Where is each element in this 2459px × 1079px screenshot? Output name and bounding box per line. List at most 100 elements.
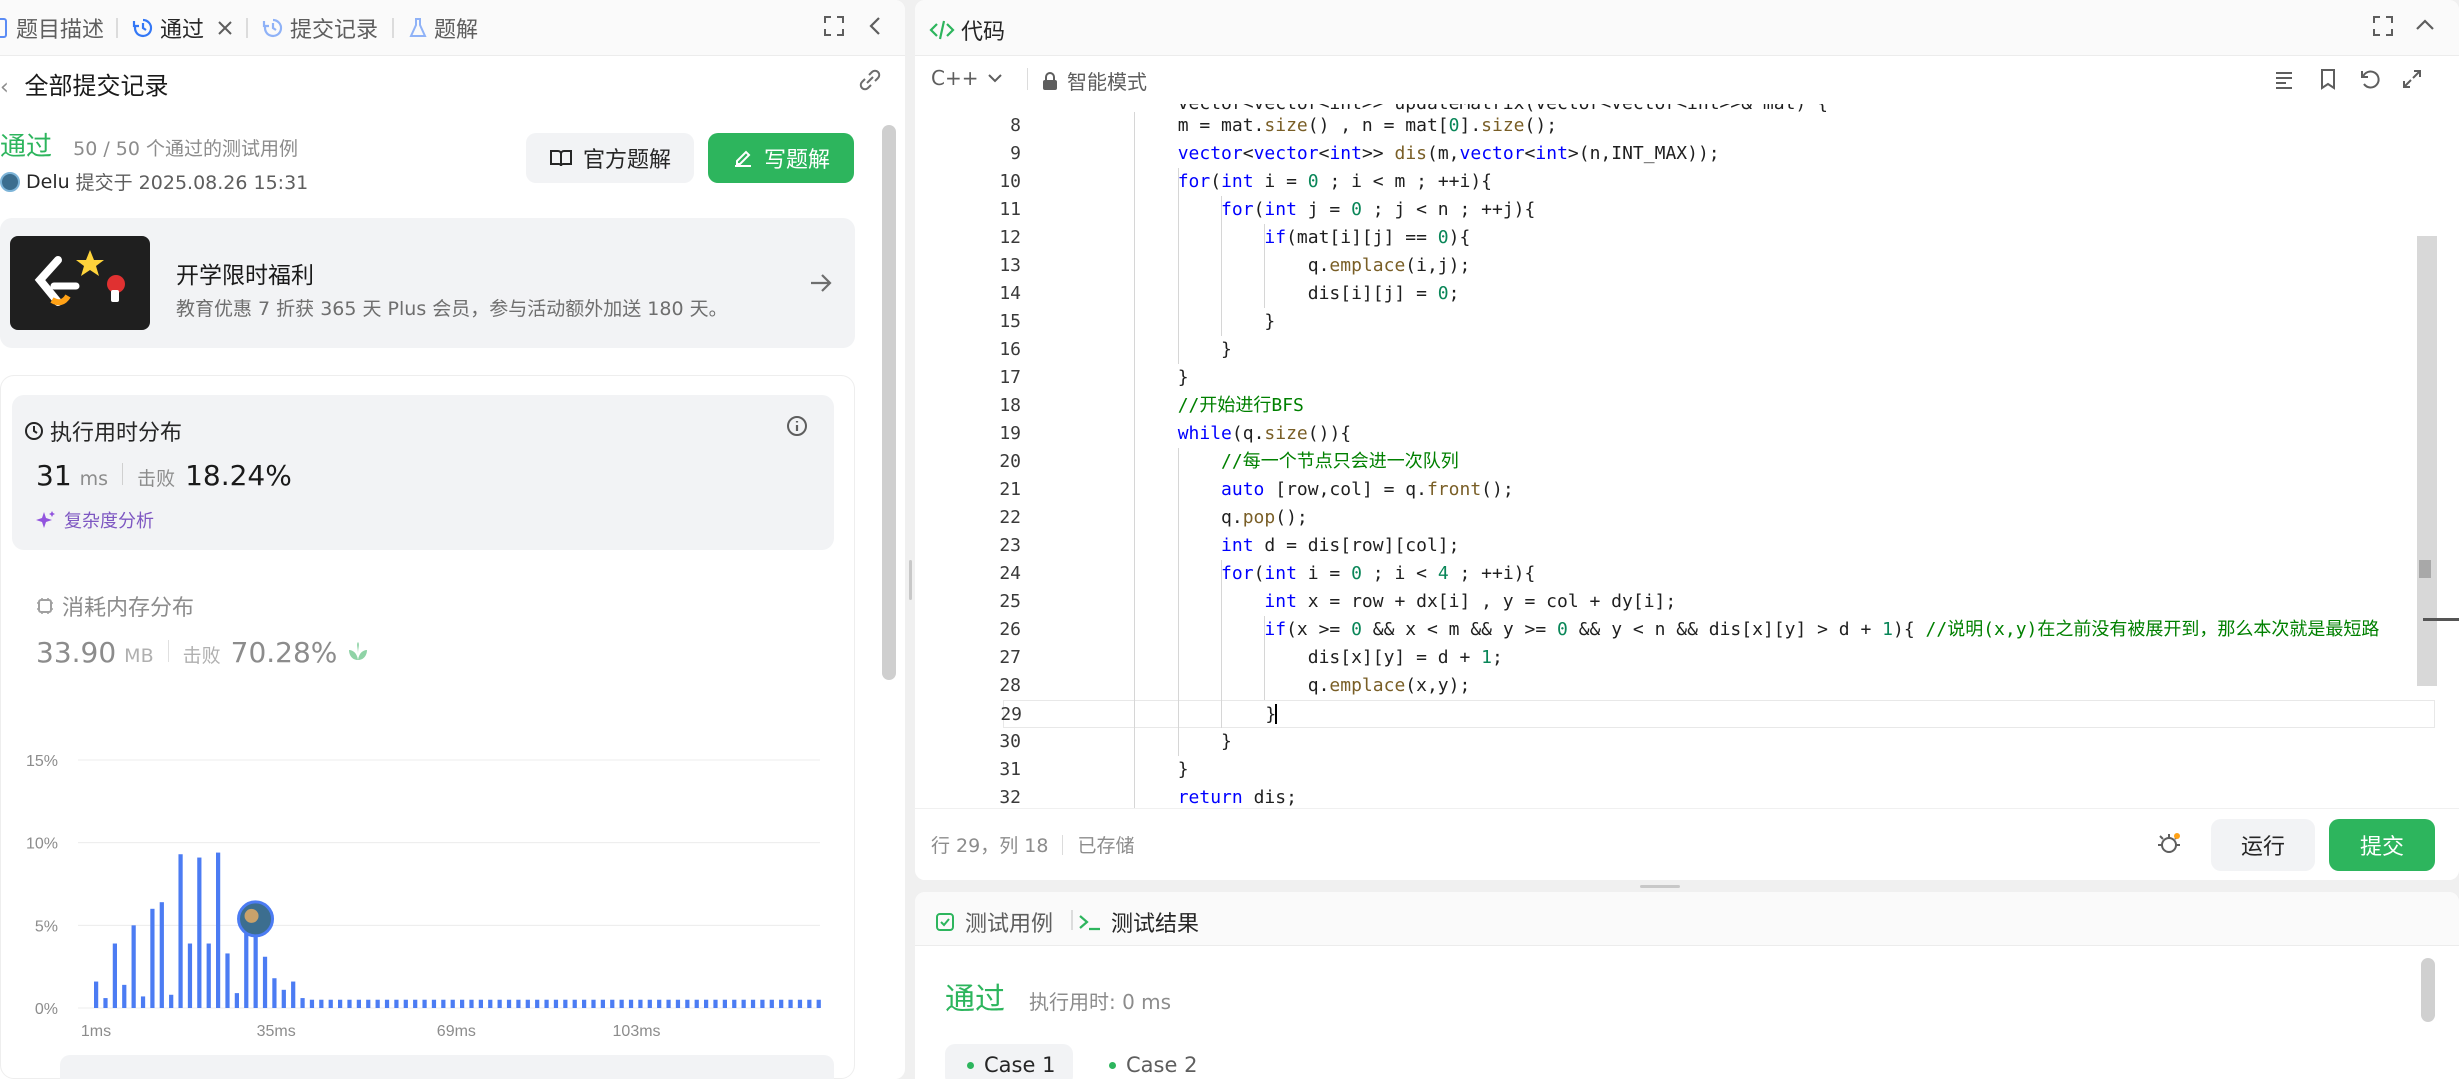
chart-bar[interactable]: [291, 981, 296, 1008]
write-solution-button[interactable]: 写题解: [708, 133, 854, 183]
chart-bar[interactable]: [169, 994, 174, 1008]
chart-bar[interactable]: [750, 999, 756, 1008]
smart-mode-toggle[interactable]: 智能模式: [1027, 66, 1147, 95]
bookmark-icon[interactable]: [2317, 68, 2339, 90]
chart-bar[interactable]: [506, 999, 512, 1008]
chart-bar[interactable]: [253, 936, 258, 1008]
code-line[interactable]: 16 }: [915, 336, 2435, 364]
chart-bar[interactable]: [816, 999, 821, 1008]
chart-bar[interactable]: [497, 999, 502, 1008]
debug-icon[interactable]: [2157, 831, 2183, 857]
chart-bar[interactable]: [666, 999, 671, 1008]
chart-bar[interactable]: [309, 999, 315, 1008]
chart-bar[interactable]: [140, 996, 146, 1008]
chart-bar[interactable]: [619, 999, 624, 1008]
chart-bar[interactable]: [525, 999, 530, 1008]
code-line[interactable]: 30 }: [915, 728, 2435, 756]
code-line[interactable]: 28 q.emplace(x,y);: [915, 672, 2435, 700]
chart-bar[interactable]: [769, 999, 774, 1008]
chart-bar[interactable]: [450, 999, 455, 1008]
complexity-analysis-link[interactable]: 复杂度分析: [36, 507, 154, 533]
chart-bar[interactable]: [469, 999, 474, 1008]
chart-bar[interactable]: [347, 999, 352, 1008]
chart-bar[interactable]: [478, 999, 483, 1008]
runtime-distribution-box[interactable]: 执行用时分布 31 ms 击败 18.24% 复杂度分析: [12, 395, 834, 550]
arrow-right-icon[interactable]: [808, 270, 834, 296]
expand-icon[interactable]: [2401, 68, 2423, 90]
promo-banner[interactable]: 开学限时福利 教育优惠 7 折获 365 天 Plus 会员，参与活动额外加送 …: [0, 218, 855, 348]
code-line[interactable]: 21 auto [row,col] = q.front();: [915, 476, 2435, 504]
chart-bar[interactable]: [638, 999, 643, 1008]
chart-bar[interactable]: [112, 943, 117, 1008]
case-2-tab[interactable]: Case 2: [1087, 1044, 1215, 1079]
chart-bar[interactable]: [722, 999, 727, 1008]
chart-bar[interactable]: [516, 999, 521, 1008]
chart-bar[interactable]: [779, 999, 784, 1008]
chart-bar[interactable]: [657, 999, 662, 1008]
code-line[interactable]: 26 if(x >= 0 && x < m && y >= 0 && y < n…: [915, 616, 2435, 644]
chart-bar[interactable]: [422, 999, 427, 1008]
chart-bar[interactable]: [356, 999, 361, 1008]
code-line[interactable]: 8 m = mat.size() , n = mat[0].size();: [915, 112, 2435, 140]
chart-bar[interactable]: [610, 999, 615, 1008]
chart-bar[interactable]: [694, 999, 699, 1008]
chart-bar[interactable]: [206, 943, 211, 1008]
info-icon[interactable]: [786, 415, 808, 437]
code-line[interactable]: 14 dis[i][j] = 0;: [915, 280, 2435, 308]
code-line[interactable]: 13 q.emplace(i,j);: [915, 252, 2435, 280]
tab-testcases[interactable]: 测试用例: [935, 906, 1053, 938]
chevron-left-icon[interactable]: [864, 14, 888, 38]
format-icon[interactable]: [2273, 68, 2295, 90]
chart-bar[interactable]: [713, 999, 718, 1008]
chart-bar[interactable]: [338, 999, 343, 1008]
chart-bar[interactable]: [732, 999, 737, 1008]
code-line[interactable]: 17 }: [915, 364, 2435, 392]
code-editor[interactable]: vector<vector<int>> updateMatrix(vector<…: [915, 104, 2459, 808]
chart-bar[interactable]: [103, 998, 108, 1008]
chart-bar[interactable]: [675, 999, 681, 1008]
chart-bar[interactable]: [122, 984, 127, 1008]
tab-testresult[interactable]: 测试结果: [1077, 906, 1199, 938]
chart-bar[interactable]: [741, 999, 746, 1008]
vertical-resize-handle[interactable]: [905, 560, 915, 600]
code-line[interactable]: 25 int x = row + dx[i] , y = col + dy[i]…: [915, 588, 2435, 616]
chart-bar[interactable]: [685, 999, 690, 1008]
code-line[interactable]: 9 vector<vector<int>> dis(m,vector<int>(…: [915, 140, 2435, 168]
chart-bar[interactable]: [797, 999, 803, 1008]
chart-bar[interactable]: [704, 999, 709, 1008]
code-line[interactable]: 32 return dis;: [915, 784, 2435, 808]
chart-bar[interactable]: [553, 999, 559, 1008]
code-line[interactable]: 22 q.pop();: [915, 504, 2435, 532]
official-solution-button[interactable]: 官方题解: [526, 133, 694, 183]
chart-bar[interactable]: [197, 857, 202, 1008]
chart-bar[interactable]: [375, 999, 380, 1008]
tab-accepted[interactable]: 通过: [132, 12, 240, 44]
link-icon[interactable]: [856, 68, 884, 92]
tab-solutions[interactable]: 题解: [408, 12, 478, 44]
chart-bar[interactable]: [328, 999, 333, 1008]
horizontal-resize-handle[interactable]: [1640, 884, 1680, 890]
chart-bar[interactable]: [460, 999, 465, 1008]
chart-bar[interactable]: [572, 999, 577, 1008]
chart-bar[interactable]: [413, 999, 418, 1008]
chart-bar[interactable]: [300, 998, 305, 1008]
username[interactable]: Delu: [26, 171, 70, 193]
fullscreen-icon[interactable]: [822, 14, 846, 38]
test-scrollbar[interactable]: [2421, 958, 2435, 1022]
chart-bar[interactable]: [234, 993, 239, 1008]
case-1-tab[interactable]: Case 1: [945, 1044, 1073, 1079]
chart-bar[interactable]: [760, 999, 765, 1008]
chart-bar[interactable]: [159, 902, 164, 1008]
code-line[interactable]: 19 while(q.size()){: [915, 420, 2435, 448]
code-line[interactable]: 27 dis[x][y] = d + 1;: [915, 644, 2435, 672]
chart-bar[interactable]: [647, 999, 652, 1008]
tab-description[interactable]: 题目描述: [0, 12, 104, 44]
chart-bar[interactable]: [600, 999, 605, 1008]
code-line[interactable]: 11 for(int j = 0 ; j < n ; ++j){: [915, 196, 2435, 224]
chart-bar[interactable]: [807, 999, 812, 1008]
code-line[interactable]: 18 //开始进行BFS: [915, 392, 2435, 420]
runtime-distribution-chart[interactable]: 15% 10% 5% 0% 1ms 35ms 69ms 103ms: [0, 740, 855, 1079]
chart-bar[interactable]: [591, 999, 596, 1008]
run-button[interactable]: 运行: [2211, 819, 2315, 871]
chart-bar[interactable]: [441, 999, 446, 1008]
